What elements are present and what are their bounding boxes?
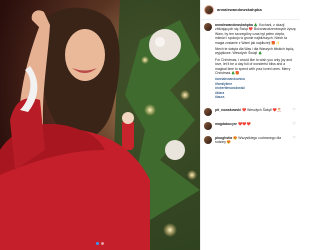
instagram-post: annalewandowskahpba annalewandowskahpba … <box>0 0 300 250</box>
post-header: annalewandowskahpba <box>201 0 300 20</box>
comment-item: pit_nowakowski ❤️ Wesołych Świąt! ❤️🎅 ♡ <box>204 107 296 116</box>
caption-avatar[interactable] <box>204 23 212 31</box>
commenter-username[interactable]: ploughstia <box>215 136 232 140</box>
post-image <box>0 0 200 250</box>
caption-body: annalewandowskahpba 🎄 Kochani, z okazji … <box>215 23 296 102</box>
post-sidebar: annalewandowskahpba annalewandowskahpba … <box>200 0 300 250</box>
post-photo[interactable] <box>0 0 200 250</box>
commenter-username[interactable]: pit_nowakowski <box>215 108 241 112</box>
comment-text: ploughstia 😍 Wszystkiego cudownego dla r… <box>215 136 290 145</box>
author-username[interactable]: annalewandowskahpba <box>217 7 262 12</box>
comment-body: ❤️ Wesołych Świąt! ❤️🎅 <box>241 107 282 112</box>
commenter-avatar[interactable] <box>204 107 212 116</box>
like-comment-heart-icon[interactable]: ♡ <box>292 107 296 112</box>
comment-item: ploughstia 😍 Wszystkiego cudownego dla r… <box>204 135 296 145</box>
hashtag-list: #annalewandowska #familytime #robertlewa… <box>215 77 296 99</box>
comment-text: magdabucyre ❤️❤️❤️ <box>215 122 290 126</box>
caption-text-en: For Christmas, I would like to wish you … <box>215 57 292 76</box>
comment-text: pit_nowakowski ❤️ Wesołych Świąt! ❤️🎅 <box>215 108 290 112</box>
post-caption: annalewandowskahpba 🎄 Kochani, z okazji … <box>201 20 300 102</box>
commenter-avatar[interactable] <box>204 135 212 144</box>
carousel-dot[interactable] <box>101 242 104 245</box>
like-comment-heart-icon[interactable]: ♡ <box>292 135 296 140</box>
hashtag-link[interactable]: #laura <box>215 95 296 99</box>
like-comment-heart-icon[interactable]: ♡ <box>292 121 296 126</box>
author-avatar[interactable] <box>204 4 214 15</box>
comment-list: pit_nowakowski ❤️ Wesołych Świąt! ❤️🎅 ♡ … <box>201 107 300 145</box>
commenter-username[interactable]: magdabucyre <box>215 122 237 126</box>
caption-text-pl2: Niech te święta dla Was i dla Waszych bl… <box>215 47 294 56</box>
carousel-dot-active[interactable] <box>96 242 99 245</box>
comment-item: magdabucyre ❤️❤️❤️ ♡ <box>204 121 296 130</box>
comment-body: ❤️❤️❤️ <box>238 121 251 126</box>
commenter-avatar[interactable] <box>204 121 212 130</box>
carousel-indicator <box>0 242 200 245</box>
caption-text-pl: 🎄 Kochani, z okazji zbliżających się Świ… <box>215 23 296 45</box>
